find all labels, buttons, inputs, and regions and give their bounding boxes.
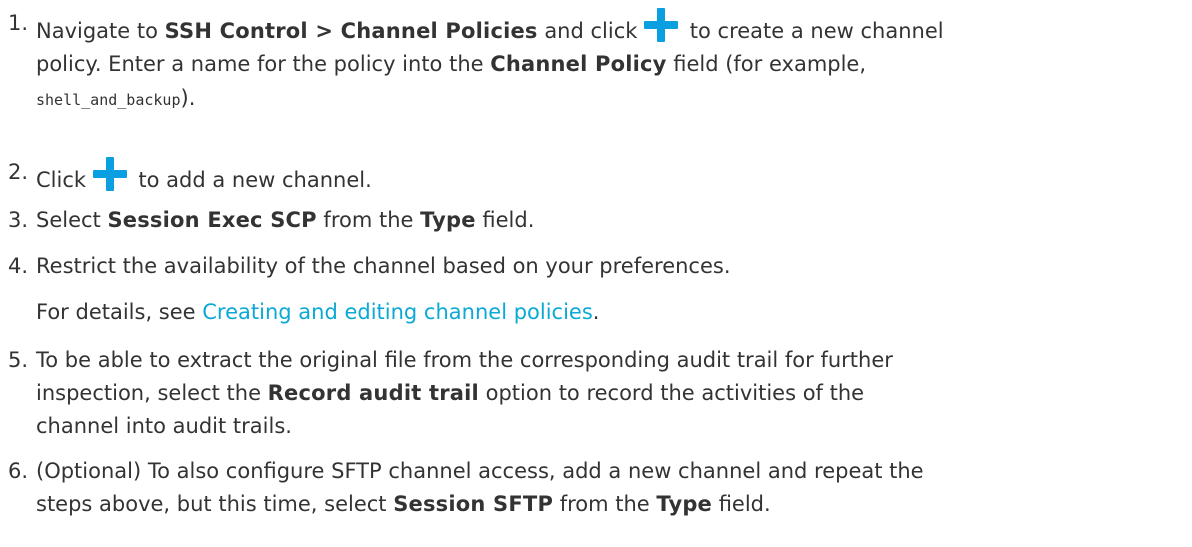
step-number: 2.: [8, 160, 29, 184]
option-name: Session SFTP: [393, 492, 554, 516]
step-text-segment: (Optional) To also configure SFTP channe…: [36, 459, 924, 483]
step-text: Navigate to SSH Control > Channel Polici…: [36, 8, 1172, 116]
step-text: Click to add a new channel.: [36, 157, 1172, 196]
step-text-segment: Restrict the availability of the channel…: [36, 254, 731, 278]
step-text: Restrict the availability of the channel…: [36, 251, 1172, 328]
step-text-segment: to add a new channel.: [131, 168, 372, 192]
step-number: 5.: [8, 348, 29, 372]
field-name: Type: [420, 208, 476, 232]
field-name: Channel Policy: [490, 52, 667, 76]
step-text-segment: from the: [316, 208, 421, 232]
step-text-segment: to create a new channel: [683, 19, 944, 43]
step-text: To be able to extract the original file …: [36, 345, 1172, 442]
step-text-segment: channel into audit trails.: [36, 414, 292, 438]
field-name: Type: [656, 492, 713, 516]
menu-path: SSH Control > Channel Policies: [164, 19, 538, 43]
step-number: 6.: [8, 459, 29, 483]
step-text-segment: field.: [712, 492, 771, 516]
step-text-segment: Select: [36, 208, 108, 232]
step-text-segment: field.: [475, 208, 535, 232]
step-text: Select Session Exec SCP from the Type fi…: [36, 205, 1172, 236]
step-text-segment: field (for example,: [666, 52, 867, 76]
step-text-segment: inspection, select the: [36, 381, 268, 405]
step-text-segment: from the: [553, 492, 657, 516]
channel-policies-link[interactable]: Creating and editing channel policies: [202, 300, 593, 324]
step-text-segment: .: [592, 300, 600, 324]
step-text-segment: steps above, but this time, select: [36, 492, 394, 516]
step-text-segment: option to record the activities of the: [478, 381, 865, 405]
step-text-segment: Navigate to: [36, 19, 165, 43]
example-code: shell_and_backup: [36, 91, 181, 109]
plus-icon: [644, 8, 679, 44]
step-text-segment: policy. Enter a name for the policy into…: [36, 52, 491, 76]
option-name: Record audit trail: [267, 381, 479, 405]
step-text-segment: To be able to extract the original file …: [36, 348, 893, 372]
plus-icon: [92, 157, 127, 193]
step-number: 4.: [8, 254, 29, 278]
step-text: (Optional) To also configure SFTP channe…: [36, 456, 1172, 520]
option-name: Session Exec SCP: [107, 208, 317, 232]
step-text-segment: Click: [36, 168, 93, 192]
step-text-segment: and click: [537, 19, 645, 43]
step-number: 3.: [8, 208, 29, 232]
step-number: 1.: [8, 11, 29, 35]
step-text-segment: For details, see: [36, 300, 203, 324]
step-text-segment: ).: [180, 86, 196, 110]
